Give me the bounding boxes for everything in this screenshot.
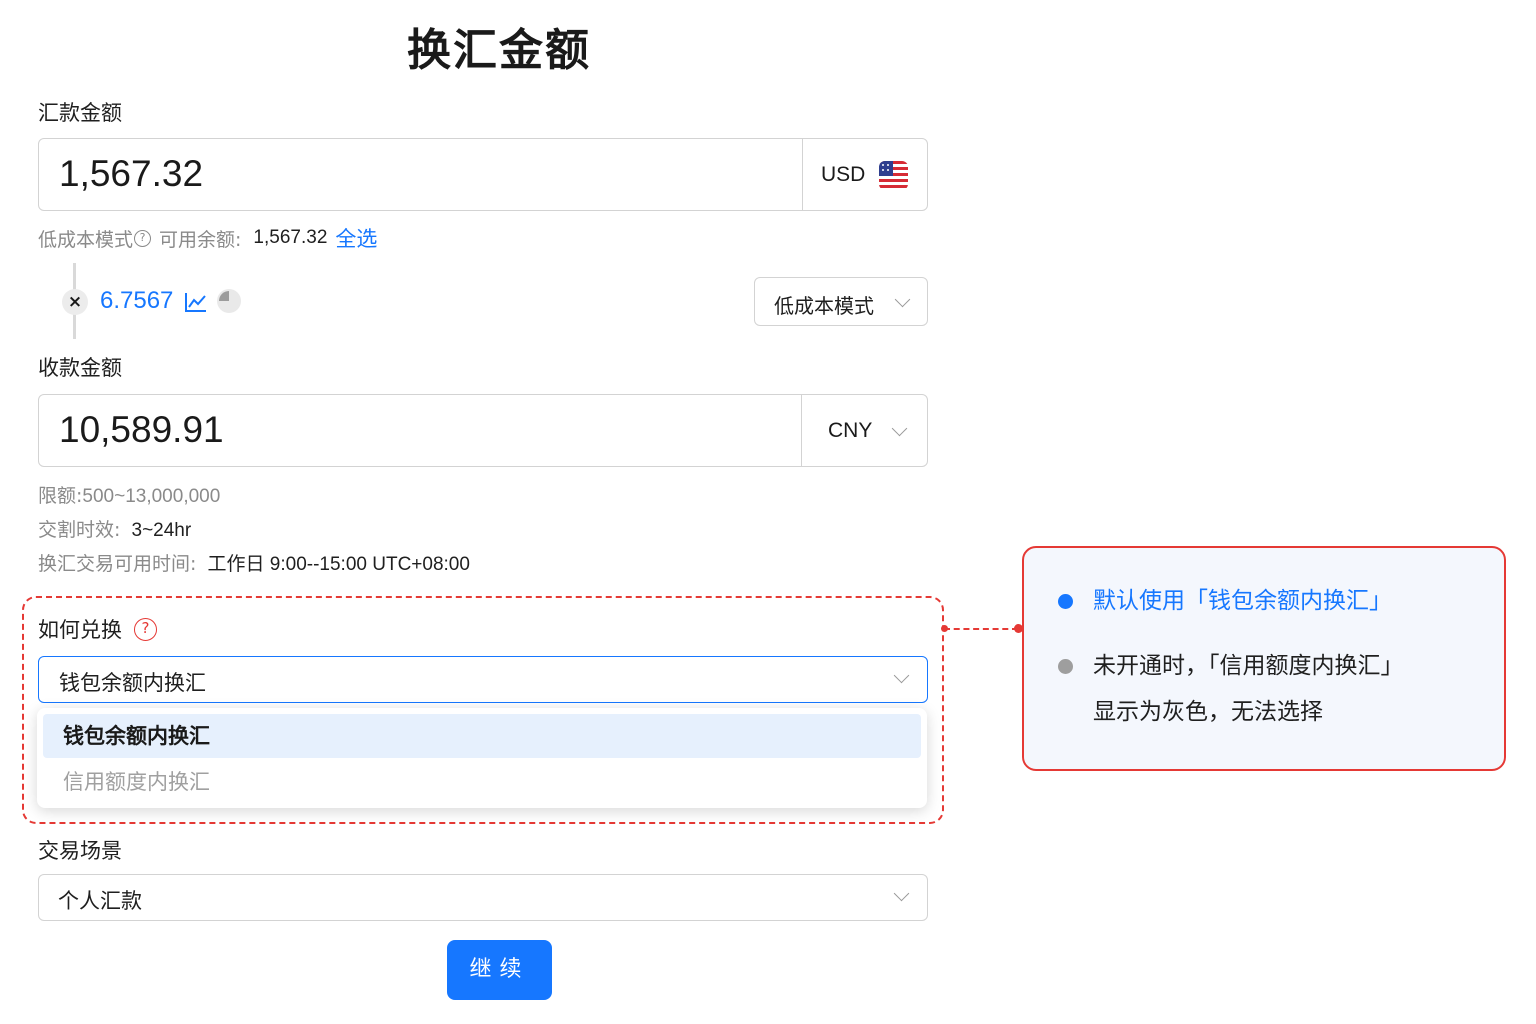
- annotation-connector-line: [944, 628, 1018, 630]
- exchange-method-select[interactable]: 钱包余额内换汇: [38, 656, 928, 703]
- send-currency-selector[interactable]: USD: [802, 139, 927, 210]
- exchange-method-select-value: 钱包余额内换汇: [59, 671, 206, 695]
- exchange-method-dropdown: 钱包余额内换汇 信用额度内换汇: [37, 708, 927, 808]
- scenario-label: 交易场景: [38, 839, 122, 863]
- help-circle-icon[interactable]: ?: [134, 617, 157, 641]
- receive-amount-input[interactable]: 10,589.91: [59, 409, 224, 451]
- chevron-down-icon: [893, 885, 910, 902]
- option-credit-line: 信用额度内换汇: [63, 770, 210, 794]
- receive-amount-label: 收款金额: [38, 356, 122, 380]
- trading-hours-label: 换汇交易可用时间:: [38, 553, 197, 575]
- annotation-item-disabled-line1: 未开通时，「信用额度内换汇」: [1093, 653, 1404, 679]
- limit-value: 500~13,000,000: [82, 486, 221, 507]
- receive-currency-code: CNY: [828, 419, 873, 442]
- trend-chart-icon[interactable]: [184, 291, 208, 317]
- limit-label: 限额:: [38, 485, 83, 507]
- exchange-method-header: 如何兑换 ?: [38, 614, 157, 644]
- exchange-method-label: 如何兑换: [38, 618, 122, 642]
- available-balance-value: 1,567.32: [253, 227, 328, 248]
- settlement-value: 3~24hr: [131, 520, 192, 541]
- chevron-down-icon: [893, 667, 910, 684]
- multiply-icon: ×: [62, 289, 88, 315]
- gray-bullet-icon: [1058, 659, 1073, 674]
- continue-button[interactable]: 继续: [447, 940, 552, 1000]
- exchange-rate-value[interactable]: 6.7567: [100, 287, 173, 315]
- help-circle-icon[interactable]: ?: [134, 229, 152, 247]
- annotation-note: 默认使用「钱包余额内换汇」 未开通时，「信用额度内换汇」 显示为灰色，无法选择: [1022, 546, 1506, 771]
- blue-bullet-icon: [1058, 594, 1073, 609]
- send-amount-input[interactable]: 1,567.32: [59, 153, 203, 195]
- balance-line: 低成本模式 ? 可用余额: 1,567.32 全选: [38, 223, 377, 253]
- refresh-timer-icon: [216, 288, 242, 318]
- limit-line: 限额:500~13,000,000: [38, 481, 220, 508]
- select-all-link[interactable]: 全选: [335, 223, 377, 253]
- receive-currency-selector[interactable]: CNY: [801, 395, 927, 466]
- settlement-line: 交割时效: 3~24hr: [38, 515, 191, 542]
- scenario-select[interactable]: 个人汇款: [38, 874, 928, 921]
- send-amount-field: 1,567.32 USD: [38, 138, 928, 211]
- settlement-label: 交割时效:: [38, 519, 121, 541]
- annotation-item-disabled-line2: 显示为灰色，无法选择: [1093, 699, 1323, 725]
- fx-mode-select-value: 低成本模式: [774, 294, 874, 318]
- chevron-down-icon: [894, 291, 911, 308]
- low-cost-mode-label: 低成本模式: [38, 228, 134, 251]
- us-flag-icon: [879, 161, 908, 194]
- send-currency-code: USD: [821, 163, 866, 186]
- trading-hours-line: 换汇交易可用时间: 工作日 9:00--15:00 UTC+08:00: [38, 549, 470, 576]
- option-wallet-balance[interactable]: 钱包余额内换汇: [43, 714, 921, 758]
- chevron-down-icon: [891, 420, 908, 437]
- send-amount-label: 汇款金额: [38, 101, 122, 125]
- fx-mode-select[interactable]: 低成本模式: [754, 277, 928, 326]
- available-balance-label: 可用余额:: [159, 228, 242, 251]
- receive-amount-field: 10,589.91 CNY: [38, 394, 928, 467]
- scenario-select-value: 个人汇款: [58, 889, 142, 913]
- page-title: 换汇金额: [407, 25, 591, 76]
- annotation-item-default: 默认使用「钱包余额内换汇」: [1093, 588, 1392, 614]
- trading-hours-value: 工作日 9:00--15:00 UTC+08:00: [207, 554, 470, 575]
- connector-dot-start: [941, 625, 948, 632]
